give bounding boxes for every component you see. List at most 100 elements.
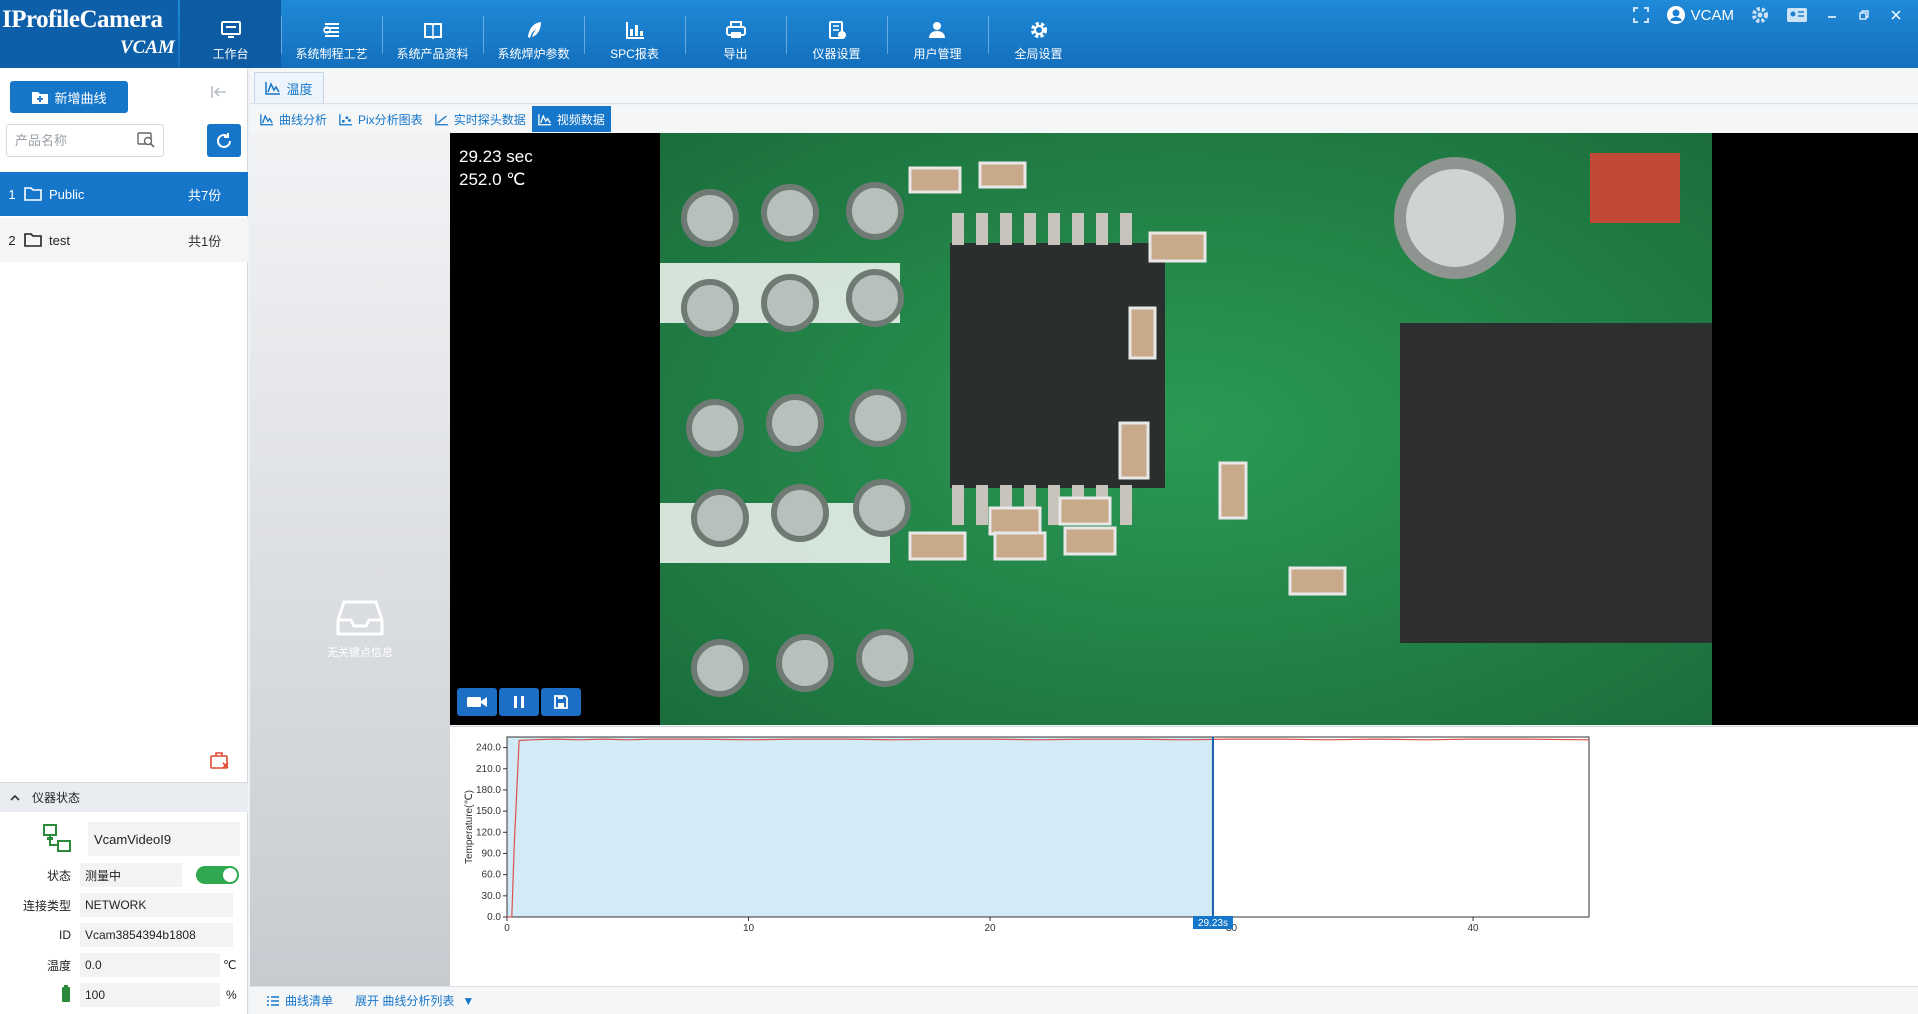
nav-export[interactable]: 导出: [685, 0, 786, 68]
bottom-bar: 曲线清单 展开 曲线分析列表 ▼: [250, 986, 1918, 1014]
curve-icon: [265, 82, 281, 95]
new-curve-label: 新增曲线: [54, 90, 107, 106]
measure-toggle[interactable]: [196, 866, 239, 884]
product-search-input[interactable]: [15, 133, 125, 148]
id-label: ID: [59, 928, 71, 942]
folder-index: 2: [8, 232, 16, 248]
folder-count: 共7份: [188, 187, 222, 203]
battery-row: 100 %: [0, 982, 248, 1008]
bar-chart-icon: [625, 22, 644, 39]
nav-oven[interactable]: 系统焊炉参数: [483, 0, 584, 68]
curve-list-label: 曲线清单: [285, 994, 334, 1008]
pause-icon: [514, 696, 524, 708]
folder-icon: [24, 233, 42, 247]
temperature-value: 0.0: [80, 953, 220, 977]
id-card-icon[interactable]: [1786, 6, 1808, 24]
user-menu[interactable]: VCAM: [1666, 5, 1734, 25]
left-panel: 新增曲线 1 Public 共7份 2 test 共1份 仪器状态 VcamVi…: [0, 68, 248, 1014]
users-icon: [928, 22, 945, 38]
save-button[interactable]: [541, 688, 581, 716]
top-bar: IProfileCamera VCAM 工作台 系统制程工艺 系统产品资料 系统…: [0, 0, 1918, 68]
connection-label: 连接类型: [22, 898, 71, 913]
nav-label: 用户管理: [913, 47, 962, 61]
id-value: Vcam3854394b1808: [80, 923, 233, 947]
monitor-icon: [220, 21, 241, 38]
x-tick-label: 20: [984, 923, 996, 934]
delete-device-icon[interactable]: [209, 751, 231, 774]
folder-count: 共1份: [188, 233, 222, 249]
folder-item-test[interactable]: 2 test 共1份: [0, 218, 248, 262]
nav-product[interactable]: 系统产品资料: [382, 0, 483, 68]
time-cursor-label: 29.23s: [1198, 918, 1228, 929]
chart-svg: 0.0 30.0 60.0 90.0 120.0 150.0 180.0 210.0 240.0…: [464, 736, 1590, 934]
save-icon: [554, 695, 568, 709]
tab-label: 视频数据: [556, 112, 605, 127]
temperature-label: 温度: [46, 958, 71, 973]
username: VCAM: [1690, 6, 1734, 24]
printer-icon: [725, 21, 746, 38]
expand-analysis-label: 展开 曲线分析列表: [355, 994, 455, 1008]
tab-curve-analysis[interactable]: 曲线分析: [254, 106, 333, 132]
camera-button[interactable]: [457, 688, 497, 716]
video-temperature: 252.0 ℃: [459, 170, 526, 189]
add-folder-icon: [32, 92, 49, 104]
curve-list-button[interactable]: 曲线清单: [266, 992, 333, 1009]
temperature-unit: ℃: [223, 958, 237, 972]
x-tick-label: 40: [1468, 923, 1480, 934]
chevron-up-icon: [10, 794, 20, 801]
view-tabs: 曲线分析 Pix分析图表 实时探头数据 视频数据: [250, 105, 1918, 133]
new-curve-button[interactable]: 新增曲线: [10, 81, 128, 113]
status-label: 状态: [46, 868, 71, 883]
temperature-chart[interactable]: 0.0 30.0 60.0 90.0 120.0 150.0 180.0 210.0 240.0…: [450, 726, 1918, 986]
gear-icon: [1030, 22, 1047, 38]
nav-users[interactable]: 用户管理: [887, 0, 988, 68]
video-player: 29.23 sec 252.0 ℃: [450, 133, 1918, 725]
nav-label: 全局设置: [1014, 47, 1063, 61]
y-tick-label: 240.0: [476, 743, 501, 754]
nav-device-settings[interactable]: 仪器设置: [786, 0, 887, 68]
main-nav: 工作台 系统制程工艺 系统产品资料 系统焊炉参数 SPC报表 导出 仪器设置 用…: [180, 0, 1089, 68]
nav-global-settings[interactable]: 全局设置: [988, 0, 1089, 68]
search-icon[interactable]: [137, 130, 155, 151]
y-tick-label: 60.0: [482, 870, 502, 881]
main-area: 温度 曲线分析 Pix分析图表 实时探头数据 视频数据 无关键点信息 29.23…: [250, 68, 1918, 1014]
fullscreen-icon[interactable]: [1632, 6, 1650, 24]
tab-label: Pix分析图表: [358, 112, 423, 127]
elapsed-region: [507, 737, 1213, 917]
battery-value: 100: [80, 983, 220, 1007]
y-tick-label: 30.0: [482, 891, 502, 902]
expand-analysis-button[interactable]: 展开 曲线分析列表 ▼: [355, 992, 474, 1009]
collapse-panel-icon[interactable]: [210, 84, 228, 103]
tab-pix-chart[interactable]: Pix分析图表: [333, 106, 429, 132]
nav-label: 工作台: [212, 47, 249, 61]
device-name: VcamVideoI9: [88, 822, 240, 856]
nav-spc[interactable]: SPC报表: [584, 0, 685, 68]
app-logo: IProfileCamera VCAM: [0, 0, 178, 68]
keypoint-panel: 无关键点信息: [250, 133, 450, 986]
nav-workbench[interactable]: 工作台: [180, 0, 281, 68]
nav-process[interactable]: 系统制程工艺: [281, 0, 382, 68]
restore-icon[interactable]: [1856, 7, 1872, 23]
video-time: 29.23 sec: [459, 147, 533, 166]
folder-icon: [24, 187, 42, 201]
refresh-button[interactable]: [207, 124, 241, 157]
expand-arrow: ▼: [462, 993, 475, 1008]
refresh-icon: [217, 132, 231, 148]
y-tick-label: 150.0: [476, 806, 501, 817]
folder-item-public[interactable]: 1 Public 共7份: [0, 172, 248, 216]
id-row: ID Vcam3854394b1808: [0, 922, 248, 948]
y-tick-label: 210.0: [476, 764, 501, 775]
list-icon: [267, 995, 279, 1006]
tab-video-data[interactable]: 视频数据: [531, 106, 611, 132]
close-icon[interactable]: [1888, 7, 1904, 23]
connection-value: NETWORK: [80, 893, 233, 917]
device-status-header[interactable]: 仪器状态: [0, 782, 248, 812]
tab-temperature-label: 温度: [286, 81, 313, 97]
y-tick-label: 90.0: [482, 848, 502, 859]
pause-button[interactable]: [499, 688, 539, 716]
curve-icon: [537, 113, 551, 125]
settings-icon[interactable]: [1750, 5, 1770, 25]
minimize-icon[interactable]: [1824, 7, 1840, 23]
tab-temperature[interactable]: 温度: [254, 72, 324, 103]
tab-realtime-probe[interactable]: 实时探头数据: [429, 106, 532, 132]
